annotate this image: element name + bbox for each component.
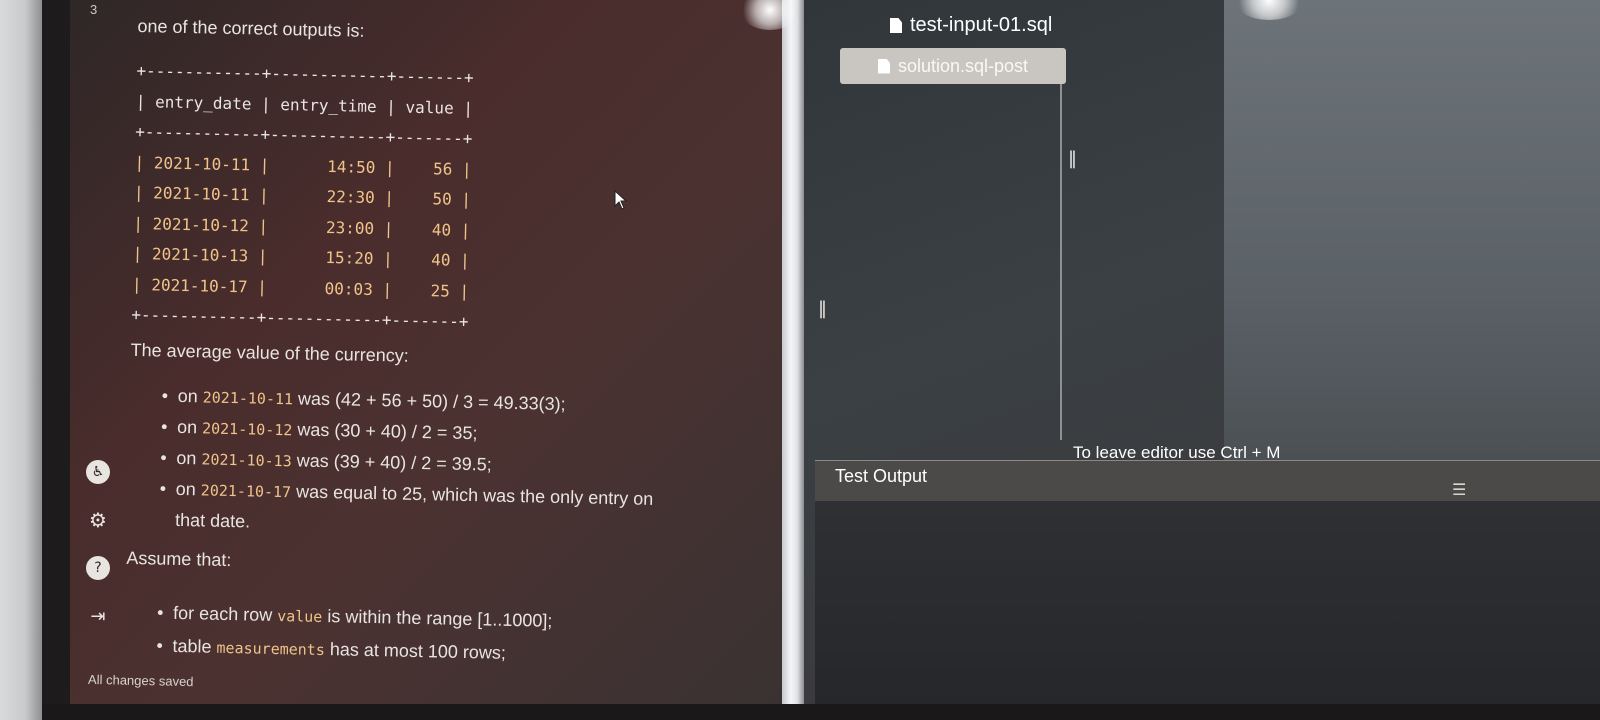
ascii-result-table: +------------+------------+-------+ | en… bbox=[131, 56, 474, 338]
table-border: +------------+------------+-------+ bbox=[136, 60, 474, 88]
task-description-panel: one of the correct outputs is: +--------… bbox=[70, 0, 782, 704]
table-row: | 2021-10-17 | 00:03 | 25 | bbox=[131, 274, 470, 301]
table-row: | 2021-10-11 | 22:30 | 50 | bbox=[133, 182, 472, 210]
splitter-grip-icon[interactable]: ‖ bbox=[1068, 148, 1077, 169]
table-row: | 2021-10-11 | 14:50 | 56 | bbox=[134, 152, 472, 179]
test-output-label[interactable]: Test Output bbox=[835, 466, 927, 487]
tab-test-input[interactable]: test-input-01.sql bbox=[890, 14, 1052, 37]
status-text: All changes saved bbox=[87, 671, 194, 690]
panel-splitter[interactable] bbox=[782, 0, 804, 704]
list-item: on 2021-10-17 was equal to 25, which was… bbox=[175, 474, 676, 545]
gear-icon[interactable]: ⚙ bbox=[86, 508, 110, 532]
test-output-area bbox=[815, 501, 1600, 704]
assume-title: Assume that: bbox=[126, 547, 232, 571]
editor-divider[interactable] bbox=[1060, 60, 1062, 440]
average-list: on 2021-10-11 was (42 + 56 + 50) / 3 = 4… bbox=[175, 381, 678, 545]
average-title: The average value of the currency: bbox=[130, 339, 409, 366]
help-icon[interactable]: ? bbox=[86, 556, 110, 580]
editor-background bbox=[1224, 0, 1600, 470]
table-row: | 2021-10-13 | 15:20 | 40 | bbox=[132, 243, 470, 271]
intro-text: one of the correct outputs is: bbox=[137, 15, 365, 41]
table-border: +------------+------------+-------+ bbox=[135, 121, 473, 149]
app-sidebar bbox=[42, 0, 70, 704]
screen-bezel bbox=[0, 0, 42, 720]
table-row: | 2021-10-12 | 23:00 | 40 | bbox=[133, 213, 471, 240]
list-item: table measurements has at most 100 rows; bbox=[172, 630, 552, 671]
tab-solution[interactable]: solution.sql-post bbox=[840, 48, 1066, 84]
table-border: +------------+------------+-------+ bbox=[131, 304, 469, 331]
file-icon bbox=[877, 58, 890, 74]
sidebar-icon-rail: ♿ ⚙ ? ⇥ bbox=[84, 0, 120, 704]
splitter-grip-icon[interactable]: ‖ bbox=[818, 298, 827, 319]
test-output-header bbox=[815, 460, 1600, 502]
assume-list: for each row value is within the range [… bbox=[172, 597, 553, 671]
editor-hint: To leave editor use Ctrl + M bbox=[1073, 443, 1281, 462]
screen-bezel-bottom bbox=[42, 704, 1600, 720]
task-description-content: one of the correct outputs is: +--------… bbox=[123, 0, 778, 704]
file-icon bbox=[890, 18, 902, 33]
mouse-cursor-icon bbox=[614, 190, 628, 210]
logout-icon[interactable]: ⇥ bbox=[86, 604, 110, 628]
accessibility-icon[interactable]: ♿ bbox=[86, 460, 110, 484]
table-header: | entry_date | entry_time | value | bbox=[135, 91, 474, 118]
resize-handle-icon[interactable]: ☰ bbox=[1452, 480, 1466, 499]
